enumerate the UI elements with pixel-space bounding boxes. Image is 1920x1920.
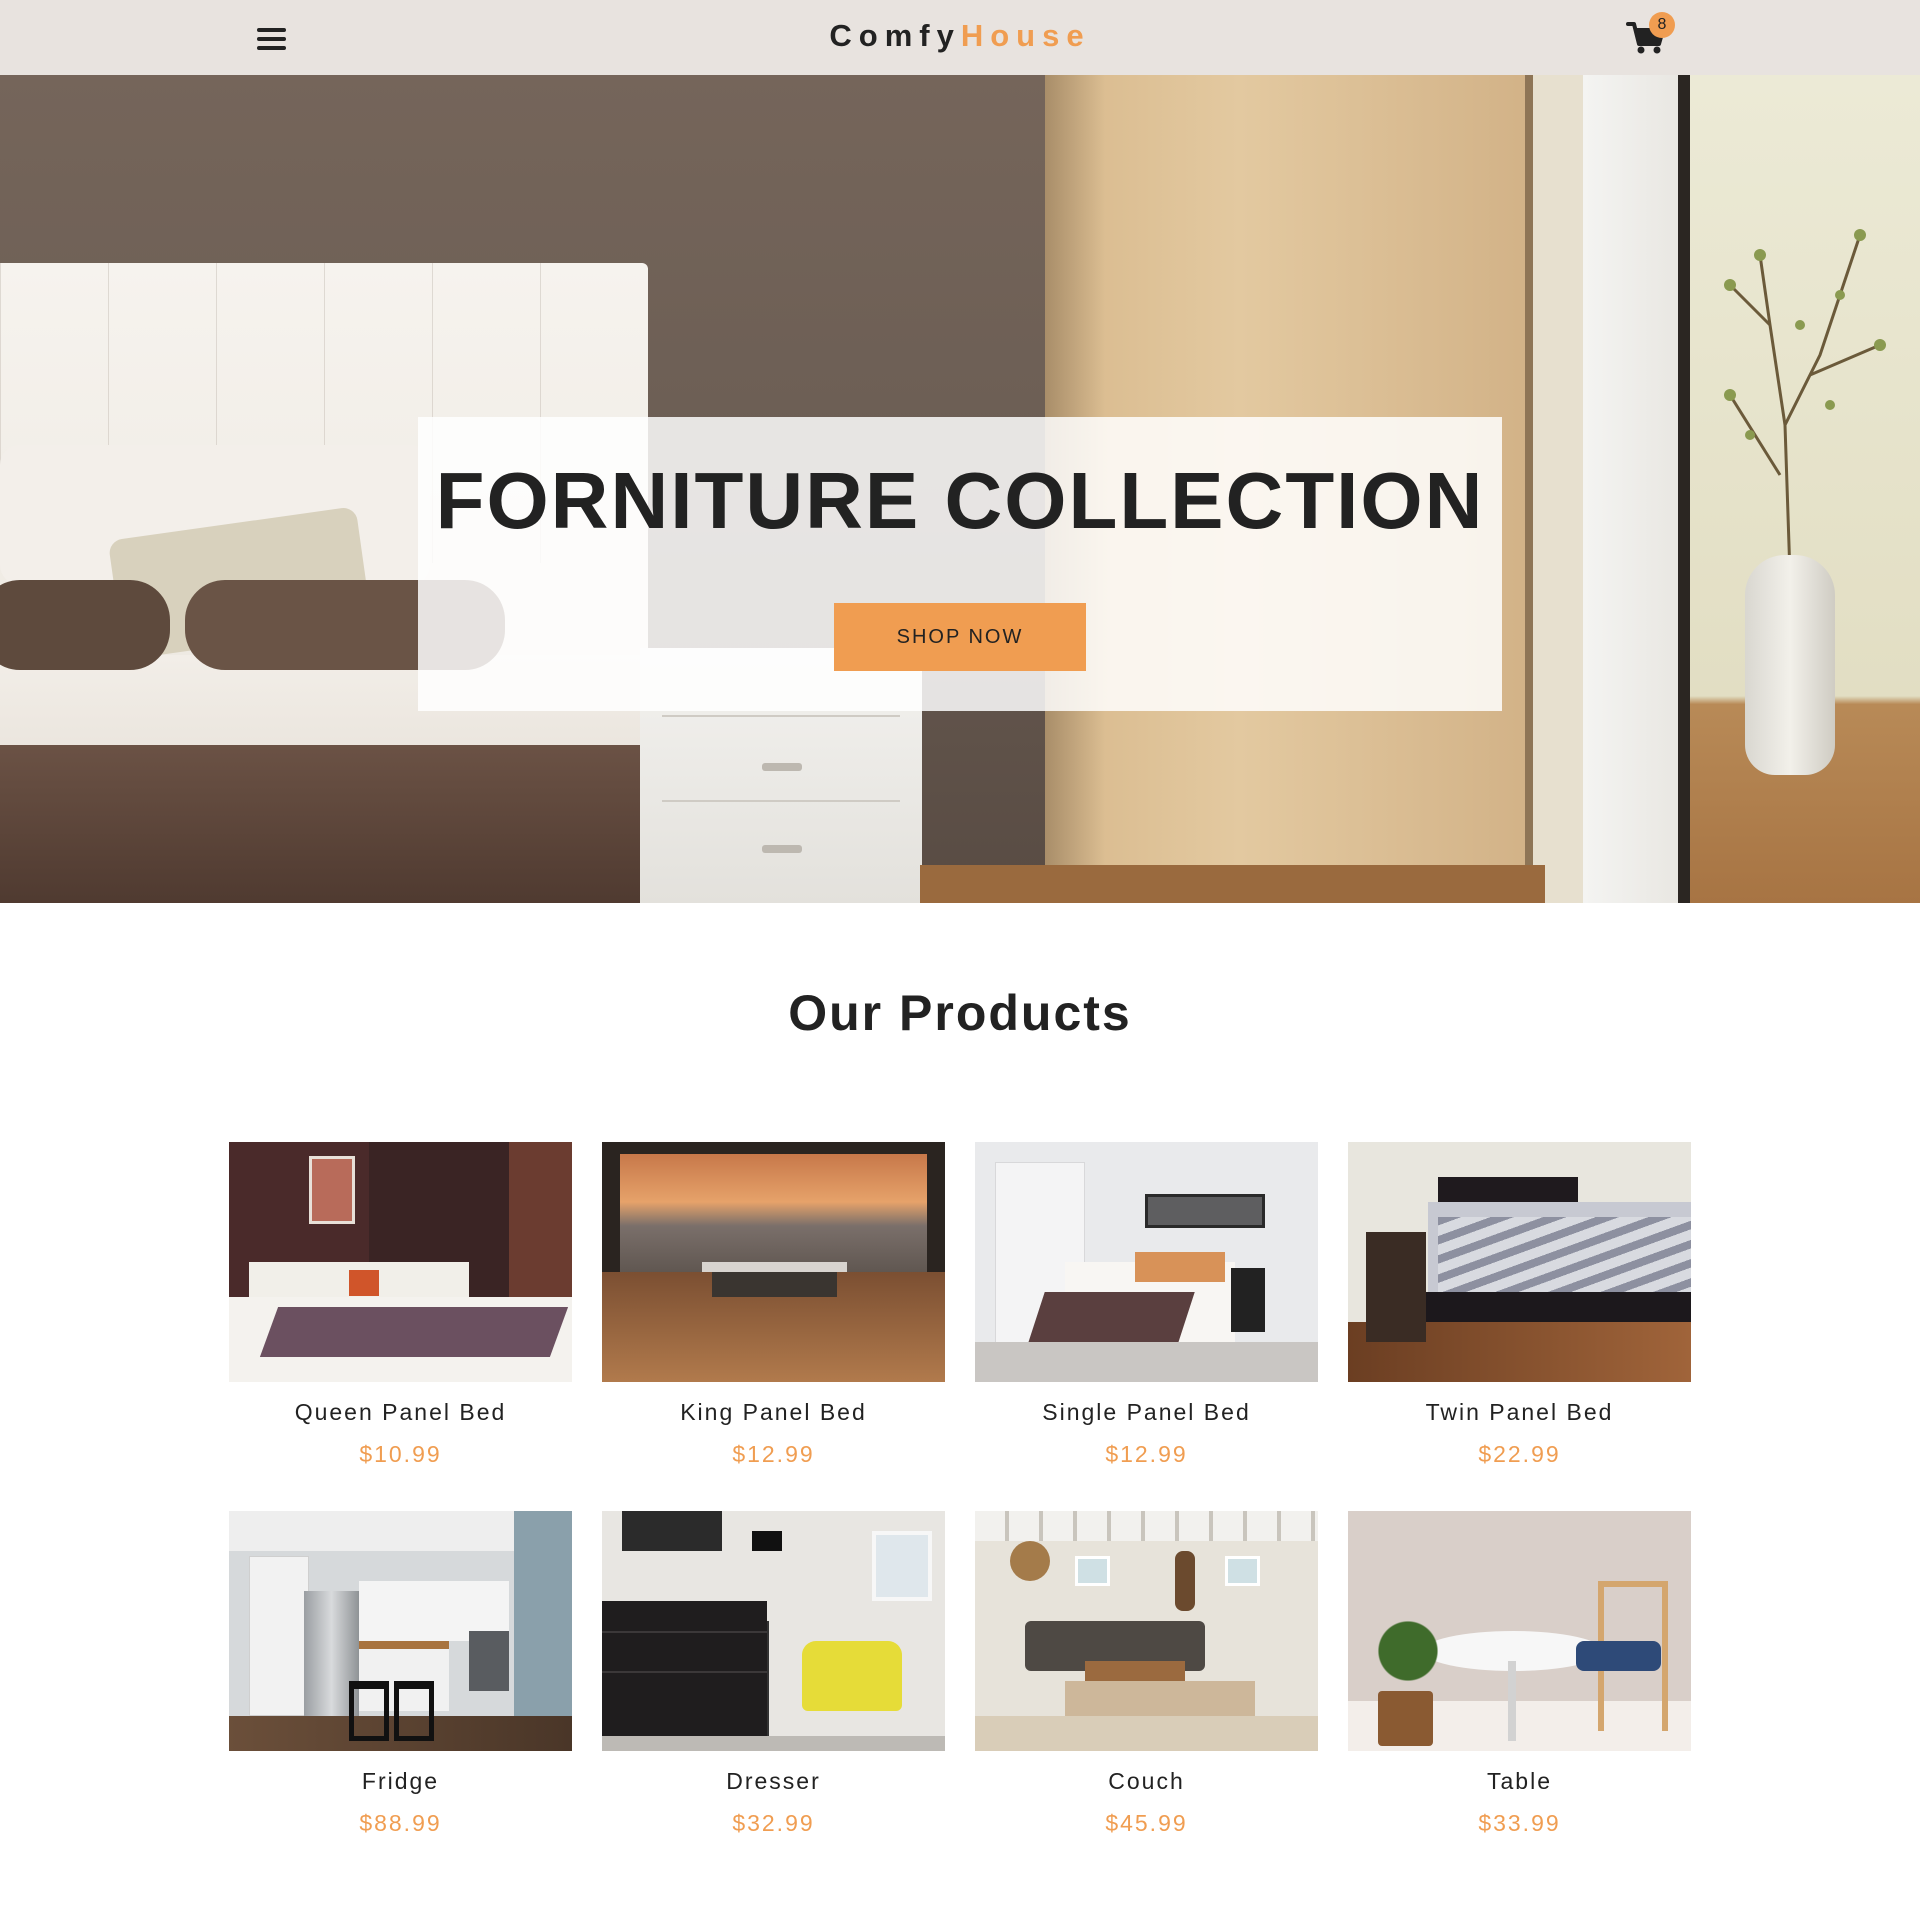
product-image[interactable] — [1348, 1511, 1691, 1751]
product-name: Table — [1487, 1768, 1552, 1794]
product-card[interactable]: Twin Panel Bed $22.99 — [1348, 1142, 1691, 1482]
hero-banner: FORNITURE COLLECTION SHOP NOW — [418, 417, 1502, 711]
product-price: $22.99 — [1478, 1441, 1561, 1467]
logo-part-2: House — [960, 18, 1091, 53]
hero-image-vase — [1745, 555, 1835, 775]
hero-image-plant — [1724, 229, 1886, 575]
product-price: $45.99 — [1105, 1810, 1188, 1836]
product-name: Queen Panel Bed — [294, 1399, 507, 1425]
hero-image-duvet — [0, 745, 700, 903]
product-card[interactable]: Fridge $88.99 — [229, 1511, 572, 1851]
hero-image-gap — [1525, 75, 1533, 903]
product-name: Twin Panel Bed — [1425, 1399, 1614, 1425]
products-title: Our Products — [788, 985, 1132, 1041]
product-image[interactable] — [975, 1142, 1318, 1382]
product-price: $88.99 — [359, 1810, 442, 1836]
product-image[interactable] — [602, 1142, 945, 1382]
product-name: Couch — [1108, 1768, 1185, 1794]
hero-image-doorframe — [1678, 75, 1690, 903]
hero-title: FORNITURE COLLECTION — [435, 456, 1485, 545]
hero-image-drawer-handle — [762, 763, 802, 771]
hero-image-drawer-line — [662, 800, 900, 802]
logo-part-1: Comfy — [829, 18, 961, 53]
product-image[interactable] — [602, 1511, 945, 1751]
product-card[interactable]: Table $33.99 — [1348, 1511, 1691, 1851]
product-name: Single Panel Bed — [1042, 1399, 1251, 1425]
navbar: ComfyHouse 8 — [0, 0, 1920, 75]
product-price: $12.99 — [732, 1441, 815, 1467]
product-image[interactable] — [975, 1511, 1318, 1751]
product-name: Dresser — [726, 1768, 821, 1794]
hero-image-drawer-line — [662, 715, 900, 717]
product-name: King Panel Bed — [680, 1399, 867, 1425]
product-name: Fridge — [361, 1768, 440, 1794]
product-card[interactable]: King Panel Bed $12.99 — [602, 1142, 945, 1482]
hero-section: FORNITURE COLLECTION SHOP NOW — [0, 75, 1920, 903]
product-card[interactable]: Single Panel Bed $12.99 — [975, 1142, 1318, 1482]
hero-image-drawer-handle — [762, 845, 802, 853]
hero-image-floor — [920, 865, 1545, 903]
shop-now-button[interactable]: SHOP NOW — [834, 603, 1086, 671]
product-image[interactable] — [229, 1511, 572, 1751]
cart-count-badge: 8 — [1649, 12, 1675, 38]
hero-image-pillow-brown — [0, 580, 170, 670]
product-image[interactable] — [1348, 1142, 1691, 1382]
product-price: $33.99 — [1478, 1810, 1561, 1836]
product-card[interactable]: Queen Panel Bed $10.99 — [229, 1142, 572, 1482]
product-card[interactable]: Dresser $32.99 — [602, 1511, 945, 1851]
product-price: $10.99 — [359, 1441, 442, 1467]
hero-image-column — [1583, 75, 1678, 903]
hero-image-pillar — [1533, 75, 1583, 903]
product-card[interactable]: Couch $45.99 — [975, 1511, 1318, 1851]
product-price: $32.99 — [732, 1810, 815, 1836]
cart-button[interactable]: 8 — [1626, 12, 1675, 60]
product-price: $12.99 — [1105, 1441, 1188, 1467]
product-image[interactable] — [229, 1142, 572, 1382]
